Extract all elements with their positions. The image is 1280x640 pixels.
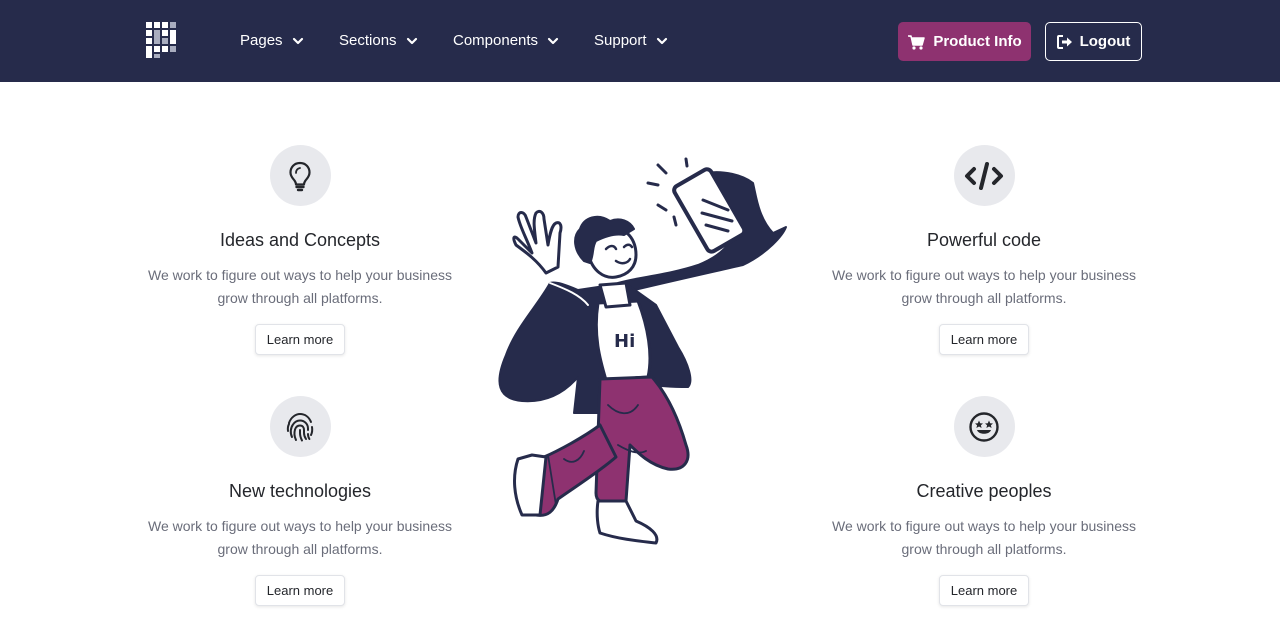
- nav-components-label: Components: [453, 32, 539, 49]
- nav-support-label: Support: [594, 32, 647, 49]
- learn-more-button[interactable]: Learn more: [254, 575, 346, 606]
- nav-pages-label: Pages: [240, 32, 283, 49]
- logout-label: Logout: [1079, 33, 1131, 50]
- feature-icon-circle: [953, 396, 1015, 457]
- feature-description: We work to figure out ways to help your …: [147, 267, 452, 306]
- product-info-label: Product Info: [933, 33, 1022, 50]
- learn-more-button[interactable]: Learn more: [254, 324, 346, 355]
- feature-icon-circle: [269, 145, 331, 206]
- feature-new-technologies: New technologies We work to figure out w…: [130, 396, 470, 606]
- chevron-down-icon: [292, 37, 303, 45]
- nav-support[interactable]: Support: [594, 31, 669, 51]
- logout-button[interactable]: Logout: [1045, 22, 1142, 61]
- feature-description: We work to figure out ways to help your …: [831, 267, 1136, 306]
- nav-sections[interactable]: Sections: [339, 31, 419, 51]
- nav-pages[interactable]: Pages: [240, 31, 305, 51]
- chevron-down-icon: [406, 37, 417, 45]
- feature-description: We work to figure out ways to help your …: [831, 518, 1136, 557]
- feature-icon-circle: [269, 396, 331, 457]
- sign-out-icon: [1056, 34, 1072, 49]
- selfie-person-illustration: Hi: [498, 157, 787, 545]
- shirt-text: Hi: [614, 331, 635, 352]
- feature-title: Creative peoples: [916, 481, 1052, 501]
- fingerprint-icon: [286, 412, 314, 441]
- lightbulb-icon: [289, 161, 311, 191]
- feature-title: Powerful code: [926, 230, 1042, 250]
- learn-more-button[interactable]: Learn more: [938, 324, 1030, 355]
- feature-title: Ideas and Concepts: [219, 230, 381, 250]
- feature-ideas-concepts: Ideas and Concepts We work to figure out…: [130, 145, 470, 355]
- feature-icon-circle: [953, 145, 1015, 206]
- navbar: Pages Sections Components Support Produc…: [0, 0, 1280, 82]
- feature-creative-peoples: Creative peoples We work to figure out w…: [814, 396, 1154, 606]
- chevron-down-icon: [547, 37, 559, 45]
- star-struck-face-icon: [969, 411, 999, 442]
- code-icon: [965, 161, 1003, 190]
- chevron-down-icon: [656, 37, 667, 45]
- product-info-button[interactable]: Product Info: [898, 22, 1031, 61]
- learn-more-button[interactable]: Learn more: [938, 575, 1030, 606]
- nav-sections-label: Sections: [339, 32, 397, 49]
- brand-logo[interactable]: [145, 21, 177, 59]
- shopping-cart-icon: [908, 34, 926, 50]
- feature-title: New technologies: [228, 481, 372, 501]
- nav-components[interactable]: Components: [453, 31, 560, 51]
- feature-powerful-code: Powerful code We work to figure out ways…: [814, 145, 1154, 355]
- feature-description: We work to figure out ways to help your …: [147, 518, 452, 557]
